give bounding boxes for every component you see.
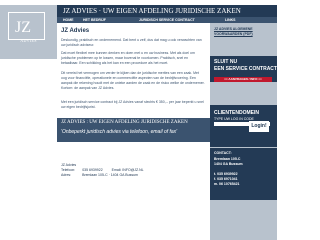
footer-label: Adres: <box>61 173 72 177</box>
cta-line-1: SLUIT NU <box>214 59 238 65</box>
banner-subtitle: 'Onbeperkt juridisch advies via telefoon… <box>61 129 178 135</box>
contact-mobile: m. 06 10765421 <box>214 182 240 186</box>
footer-email[interactable]: Email: INFO@JZ.NL <box>104 168 144 172</box>
footer-address: Bremlaan 105-C · 1404 GA Bussum <box>82 173 138 177</box>
logo-text: ADVIES <box>20 38 37 43</box>
vision-paragraph: Dit vereist het vermogen om verder te ki… <box>61 71 205 90</box>
footer-address-row: Adres: Bremlaan 105-C · 1404 GA Bussum <box>61 173 144 178</box>
contact-phone: t. 035 6939922 <box>214 172 238 176</box>
contact-street: Bremlaan 105-C <box>214 157 241 161</box>
main-heading: JZ Advies <box>61 28 90 34</box>
approach-paragraph: Dat moet flexibel mee kunnen denken en d… <box>61 51 195 65</box>
login-subtitle: TYPE UW LOG IN CODE <box>214 117 254 121</box>
jz-logo-icon: JZ <box>15 19 31 36</box>
login-title: CLIENTENDOMEIN <box>214 110 259 116</box>
footer-label: Telefoon: <box>61 168 76 172</box>
footer-phone: 035 6939922 <box>82 168 103 172</box>
logo[interactable]: JZ <box>8 12 45 40</box>
aanvragen-button[interactable]: >> AANVRAGEN / INFO << <box>214 77 272 82</box>
intro-paragraph: Deskundig, praktisch en ondernemend. Dat… <box>61 38 202 47</box>
cta-line-2: EEN SERVICE CONTRACT AF <box>214 66 285 72</box>
offer-paragraph: Met een juridisch service contract bij J… <box>61 100 204 109</box>
footer-contact: JZ Advies Telefoon: 035 6939922 Email: I… <box>61 163 144 178</box>
login-button[interactable]: Login! <box>249 121 269 132</box>
contact-label: CONTACT: <box>214 151 232 155</box>
algemene-voorwaarden-link[interactable]: JZ ADVIES ALGEMENE VOORWAARDEN (PDF) <box>214 27 274 36</box>
svg-text:JZ: JZ <box>15 19 31 36</box>
contact-fax: f. 035 6971041 <box>214 177 238 181</box>
banner-title: JZ ADVIES : UW EIGEN AFDELING JURIDISCHE… <box>61 120 188 125</box>
contact-city: 1404 GA Bussum <box>214 162 243 166</box>
page-title: JZ ADVIES · UW EIGEN AFDELING JURIDISCHE… <box>57 5 277 17</box>
